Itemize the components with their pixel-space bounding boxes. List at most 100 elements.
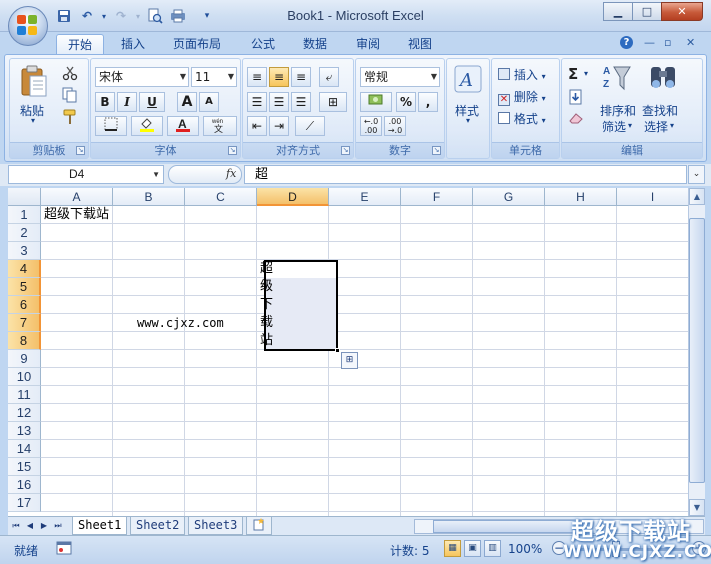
sort-filter-label-2[interactable]: 筛选 <box>602 118 626 135</box>
insert-cells-button[interactable]: 插入 ▾ <box>498 66 546 83</box>
delete-cells-button[interactable]: ✕ 删除 ▾ <box>498 88 546 106</box>
grow-font-button[interactable]: A <box>177 92 197 112</box>
align-center-button[interactable]: ☰ <box>269 92 289 112</box>
borders-button[interactable] <box>95 116 127 136</box>
ribbon-minimize-button[interactable]: — <box>644 36 655 49</box>
clipboard-launcher-icon[interactable]: ↘ <box>76 146 85 155</box>
minimize-button[interactable]: ▁ <box>603 2 633 21</box>
column-header-h[interactable]: H <box>545 188 617 206</box>
cell-d5[interactable]: 级 <box>260 278 273 296</box>
wrap-text-button[interactable]: ⤶ <box>319 67 339 87</box>
first-sheet-icon[interactable]: ⏮ <box>10 519 22 533</box>
active-cell[interactable] <box>266 262 336 278</box>
sheet-tab-2[interactable]: Sheet2 <box>130 517 186 535</box>
worksheet-grid[interactable]: A B C D E F G H I 1 2 3 4 5 6 7 8 9 10 11 12 13 14 15 16 17 超级下载站 w… <box>8 188 688 516</box>
phonetic-guide-button[interactable]: wén 文 <box>203 116 237 136</box>
align-left-button[interactable]: ☰ <box>247 92 267 112</box>
align-right-button[interactable]: ☰ <box>291 92 311 112</box>
zoom-level[interactable]: 100% <box>508 542 542 556</box>
currency-button[interactable] <box>360 92 392 112</box>
cell-d4[interactable]: 超 <box>260 260 273 278</box>
copy-icon[interactable] <box>62 87 78 106</box>
formula-input[interactable]: 超 <box>244 165 687 184</box>
font-size-select[interactable]: 11 ▼ <box>191 67 237 87</box>
tab-data[interactable]: 数据 <box>292 34 338 55</box>
office-button[interactable] <box>8 6 48 46</box>
insert-function-icon[interactable]: fx <box>226 167 236 180</box>
sheet-tab-3[interactable]: Sheet3 <box>188 517 244 535</box>
number-launcher-icon[interactable]: ↘ <box>432 146 441 155</box>
number-format-select[interactable]: 常规 ▼ <box>360 67 440 87</box>
column-header-e[interactable]: E <box>329 188 401 206</box>
row-header-7[interactable]: 7 <box>8 314 41 332</box>
format-painter-icon[interactable] <box>62 109 78 128</box>
underline-button[interactable]: U <box>139 92 165 112</box>
tab-review[interactable]: 审阅 <box>345 34 391 55</box>
tab-home[interactable]: 开始 <box>56 34 105 55</box>
column-header-d[interactable]: D <box>257 188 329 206</box>
page-layout-view-icon[interactable]: ▣ <box>464 540 481 557</box>
page-break-preview-icon[interactable]: ▥ <box>484 540 501 557</box>
next-sheet-icon[interactable]: ▶ <box>38 519 50 533</box>
paste-icon[interactable] <box>20 65 48 102</box>
find-select-label-1[interactable]: 查找和 <box>642 102 678 119</box>
select-all-button[interactable] <box>8 188 41 206</box>
styles-icon[interactable]: A <box>454 65 482 96</box>
row-header-8[interactable]: 8 <box>8 332 41 350</box>
find-select-icon[interactable] <box>648 63 678 96</box>
auto-fill-options-icon[interactable]: ⊞ <box>341 352 358 369</box>
autosum-dropdown-icon[interactable]: ▾ <box>584 69 588 78</box>
row-header-13[interactable]: 13 <box>8 422 41 440</box>
vertical-scrollbar[interactable]: ▲ ▼ <box>688 188 705 516</box>
alignment-launcher-icon[interactable]: ↘ <box>341 146 350 155</box>
cell-d7[interactable]: 载 <box>260 314 273 332</box>
orientation-button[interactable]: ⟋ <box>295 116 325 136</box>
close-button[interactable]: ✕ <box>661 2 703 21</box>
align-middle-button[interactable]: ≡ <box>269 67 289 87</box>
cell-d8[interactable]: 站 <box>260 332 273 350</box>
sort-filter-icon[interactable]: AZ <box>602 63 632 96</box>
percent-button[interactable]: % <box>396 92 416 112</box>
increase-indent-button[interactable]: ⇥ <box>269 116 289 136</box>
font-launcher-icon[interactable]: ↘ <box>228 146 237 155</box>
format-cells-button[interactable]: 格式 ▾ <box>498 110 546 127</box>
ribbon-restore-button[interactable]: ▫ <box>664 36 671 49</box>
normal-view-icon[interactable]: ▦ <box>444 540 461 557</box>
row-header-10[interactable]: 10 <box>8 368 41 386</box>
tab-insert[interactable]: 插入 <box>110 34 156 55</box>
italic-button[interactable]: I <box>117 92 137 112</box>
align-bottom-button[interactable]: ≡ <box>291 67 311 87</box>
sheet-tab-1[interactable]: Sheet1 <box>72 517 128 535</box>
sort-filter-dropdown-icon[interactable]: ▾ <box>628 121 632 130</box>
row-header-4[interactable]: 4 <box>8 260 41 278</box>
tab-page-layout[interactable]: 页面布局 <box>162 34 232 55</box>
ribbon-close-button[interactable]: ✕ <box>686 36 695 49</box>
row-header-3[interactable]: 3 <box>8 242 41 260</box>
fill-color-button[interactable] <box>131 116 163 136</box>
cell-d6[interactable]: 下 <box>260 296 273 314</box>
styles-dropdown-icon[interactable]: ▾ <box>466 116 470 125</box>
merge-center-button[interactable]: ⊞ <box>319 92 347 112</box>
row-header-1[interactable]: 1 <box>8 206 41 224</box>
cell-b7[interactable]: www.cjxz.com <box>137 314 224 332</box>
bold-button[interactable]: B <box>95 92 115 112</box>
row-header-2[interactable]: 2 <box>8 224 41 242</box>
row-header-5[interactable]: 5 <box>8 278 41 296</box>
last-sheet-icon[interactable]: ⏭ <box>52 519 64 533</box>
fill-handle[interactable] <box>335 348 340 353</box>
expand-formula-bar-icon[interactable]: ⌄ <box>688 165 705 184</box>
fill-icon[interactable] <box>568 89 584 108</box>
column-header-a[interactable]: A <box>41 188 113 206</box>
row-header-11[interactable]: 11 <box>8 386 41 404</box>
column-header-c[interactable]: C <box>185 188 257 206</box>
decrease-decimal-button[interactable]: .00 →.0 <box>384 116 406 136</box>
cell-a1[interactable]: 超级下载站 <box>44 206 109 224</box>
row-header-9[interactable]: 9 <box>8 350 41 368</box>
paste-dropdown-icon[interactable]: ▾ <box>31 116 35 125</box>
decrease-indent-button[interactable]: ⇤ <box>247 116 267 136</box>
macro-record-icon[interactable] <box>56 540 72 559</box>
cut-icon[interactable] <box>62 65 78 84</box>
shrink-font-button[interactable]: A <box>199 92 219 112</box>
help-icon[interactable]: ? <box>620 36 633 49</box>
tab-view[interactable]: 视图 <box>397 34 443 55</box>
